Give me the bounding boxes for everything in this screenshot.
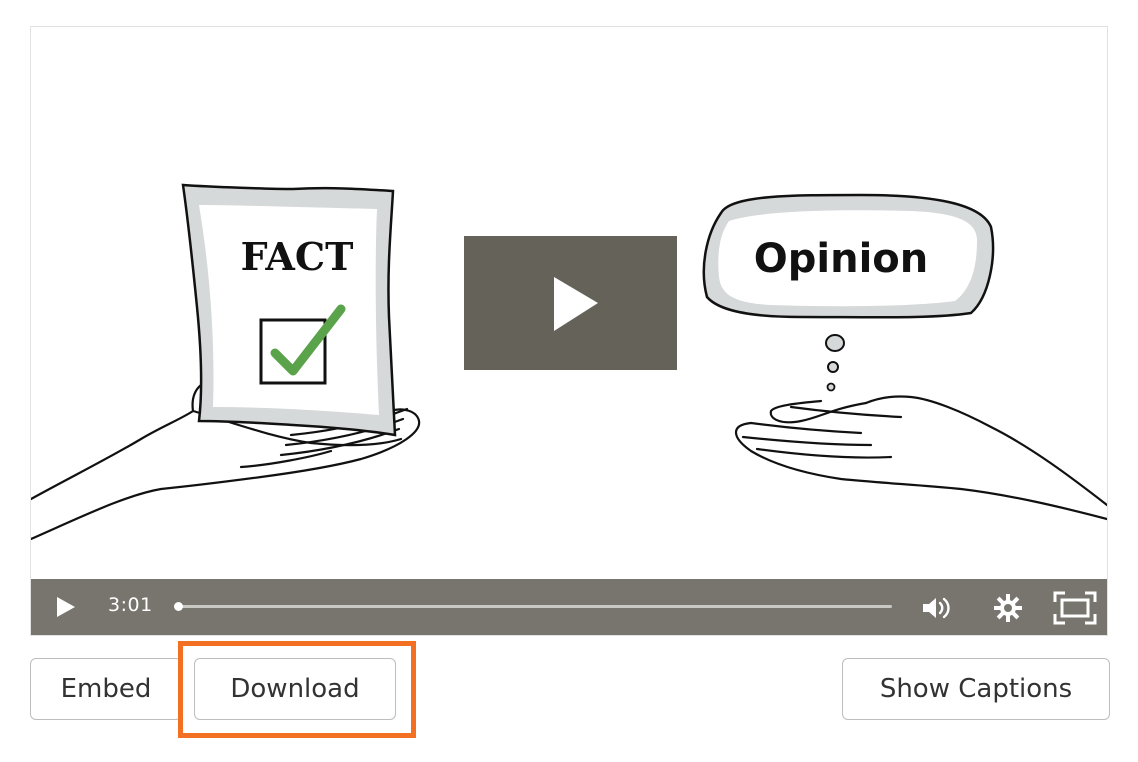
play-button[interactable] <box>53 595 77 619</box>
fullscreen-icon <box>1053 591 1097 625</box>
big-play-button[interactable] <box>464 236 677 370</box>
control-bar: 3:01 <box>31 579 1107 635</box>
opinion-thought-bubble <box>702 193 995 392</box>
progress-track <box>178 605 892 608</box>
gear-icon <box>994 594 1022 622</box>
progress-bar[interactable] <box>174 602 892 611</box>
settings-button[interactable] <box>991 591 1025 625</box>
video-player[interactable]: FACT Opinion 3:01 <box>30 26 1108 636</box>
volume-icon <box>923 597 950 619</box>
fact-label: FACT <box>241 234 354 279</box>
embed-button[interactable]: Embed <box>30 658 182 720</box>
current-time: 3:01 <box>108 594 153 616</box>
fact-document <box>181 183 397 437</box>
play-icon <box>554 277 598 331</box>
play-icon <box>57 597 75 617</box>
download-button[interactable]: Download <box>194 658 396 720</box>
fullscreen-button[interactable] <box>1053 591 1097 625</box>
progress-handle[interactable] <box>174 602 183 611</box>
volume-button[interactable] <box>919 591 953 625</box>
opinion-label: Opinion <box>754 236 929 282</box>
show-captions-button[interactable]: Show Captions <box>842 658 1110 720</box>
right-hand-illustration <box>734 395 1107 521</box>
